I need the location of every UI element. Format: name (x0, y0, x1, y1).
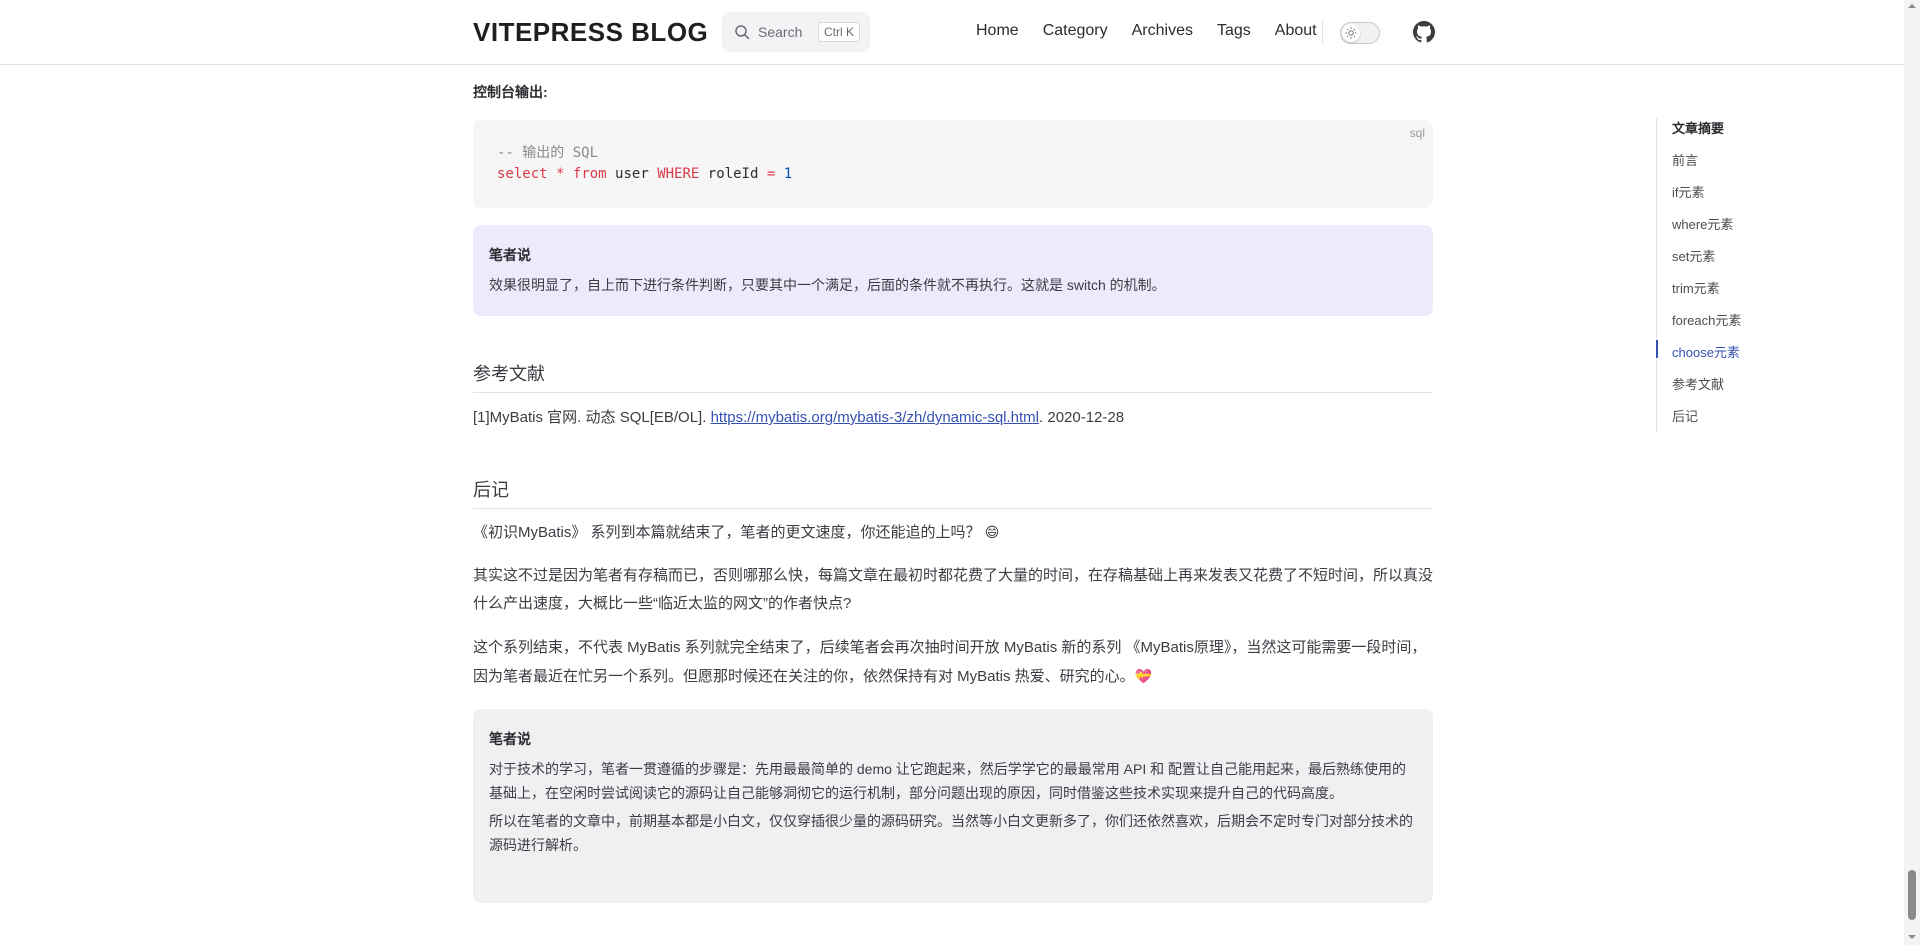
console-output-label: 控制台输出: (473, 84, 548, 100)
tip-title: 笔者说 (489, 731, 531, 747)
outline-item[interactable]: set元素 (1672, 246, 1715, 265)
scroll-up-icon[interactable] (1908, 2, 1916, 10)
tip-box: 笔者说 对于技术的学习，笔者一贯遵循的步骤是：先用最最简单的 demo 让它跑起… (473, 709, 1433, 903)
sql-column: roleId (707, 166, 759, 182)
outline-item[interactable]: if元素 (1672, 182, 1705, 201)
grin-emoji-icon: 😄 (984, 524, 1000, 540)
theme-toggle[interactable] (1340, 22, 1380, 44)
nav-tags[interactable]: Tags (1217, 22, 1251, 40)
tip-box: 笔者说 效果很明显了，自上而下进行条件判断，只要其中一个满足，后面的条件就不再执… (473, 225, 1433, 316)
paragraph: 其实这不过是因为笔者有存稿而已，否则哪那么快，每篇文章在最初时都花费了大量的时间… (473, 567, 1434, 612)
page-scrollbar[interactable] (1904, 0, 1920, 945)
nav-about[interactable]: About (1275, 22, 1317, 40)
code-comment: -- 输出的 SQL (497, 145, 599, 161)
outline-item[interactable]: 后记 (1672, 406, 1698, 425)
site-title[interactable]: VITEPRESS BLOG (473, 17, 708, 48)
outline-title: 文章摘要 (1672, 121, 1725, 136)
paragraph-text: 《初识MyBatis》 系列到本篇就结束了，笔者的更文速度，你还能追的上吗？ (473, 524, 981, 541)
code-language: sql (1409, 126, 1425, 140)
sql-from: from (572, 166, 607, 182)
top-navbar: VITEPRESS BLOG Search Ctrl K Home Catego… (0, 0, 1904, 65)
outline-item[interactable]: 参考文献 (1672, 374, 1724, 393)
outline-item[interactable]: where元素 (1672, 214, 1733, 233)
paragraph: 《初识MyBatis》 系列到本篇就结束了，笔者的更文速度，你还能追的上吗？ 😄 (473, 518, 1433, 547)
outline-item[interactable]: trim元素 (1672, 278, 1720, 297)
sun-icon (1345, 27, 1357, 39)
heart-emoji-icon: 💝 (1134, 668, 1153, 684)
outline-active-marker (1656, 340, 1658, 358)
afterword-heading: 后记 (473, 476, 1433, 509)
outline-item[interactable]: 前言 (1672, 150, 1698, 169)
outline-item[interactable]: foreach元素 (1672, 310, 1741, 329)
reference-suffix: . 2020-12-28 (1039, 409, 1125, 426)
sql-select: select (497, 166, 548, 182)
github-icon[interactable] (1413, 21, 1435, 43)
code-line: select * from user WHERE roleId = 1 (497, 166, 792, 182)
sql-star: * (556, 166, 565, 182)
search-button[interactable]: Search Ctrl K (722, 12, 870, 52)
paragraph: 这个系列结束，不代表 MyBatis 系列就完全结束了，后续笔者会再次抽时间开放… (473, 634, 1433, 691)
scroll-thumb[interactable] (1908, 870, 1916, 920)
paragraph-text: 这个系列结束，不代表 MyBatis 系列就完全结束了，后续笔者会再次抽时间开放… (473, 639, 1427, 685)
outline-track (1656, 118, 1657, 432)
tip-text: 效果很明显了，自上而下进行条件判断，只要其中一个满足，后面的条件就不再执行。这就… (489, 277, 1166, 293)
toggle-knob (1342, 24, 1360, 42)
nav-archives[interactable]: Archives (1132, 22, 1193, 40)
nav-category[interactable]: Category (1043, 22, 1108, 40)
tip-text: 对于技术的学习，笔者一贯遵循的步骤是：先用最最简单的 demo 让它跑起来，然后… (489, 761, 1407, 801)
tip-text: 所以在笔者的文章中，前期基本都是小白文，仅仅穿插很少量的源码研究。当然等小白文更… (489, 813, 1413, 853)
reference-link[interactable]: https://mybatis.org/mybatis-3/zh/dynamic… (711, 409, 1039, 426)
code-block: sql -- 输出的 SQL select * from user WHERE … (473, 120, 1433, 208)
search-label: Search (758, 24, 803, 40)
tip-title: 笔者说 (489, 247, 531, 263)
sql-where: WHERE (657, 166, 700, 182)
search-shortcut: Ctrl K (818, 22, 860, 42)
sql-value: 1 (783, 166, 793, 182)
reference-prefix: [1]MyBatis 官网. 动态 SQL[EB/OL]. (473, 409, 711, 426)
sql-table: user (615, 166, 649, 182)
nav-home[interactable]: Home (976, 22, 1019, 40)
outline-item-active[interactable]: choose元素 (1672, 342, 1740, 361)
scroll-down-icon[interactable] (1908, 933, 1916, 941)
sql-eq: = (766, 166, 776, 182)
nav-menu: Home Category Archives Tags About (976, 22, 1341, 40)
reference-item: [1]MyBatis 官网. 动态 SQL[EB/OL]. https://my… (473, 404, 1433, 432)
references-heading: 参考文献 (473, 360, 1433, 393)
nav-divider (1322, 20, 1323, 44)
search-icon (735, 25, 750, 40)
